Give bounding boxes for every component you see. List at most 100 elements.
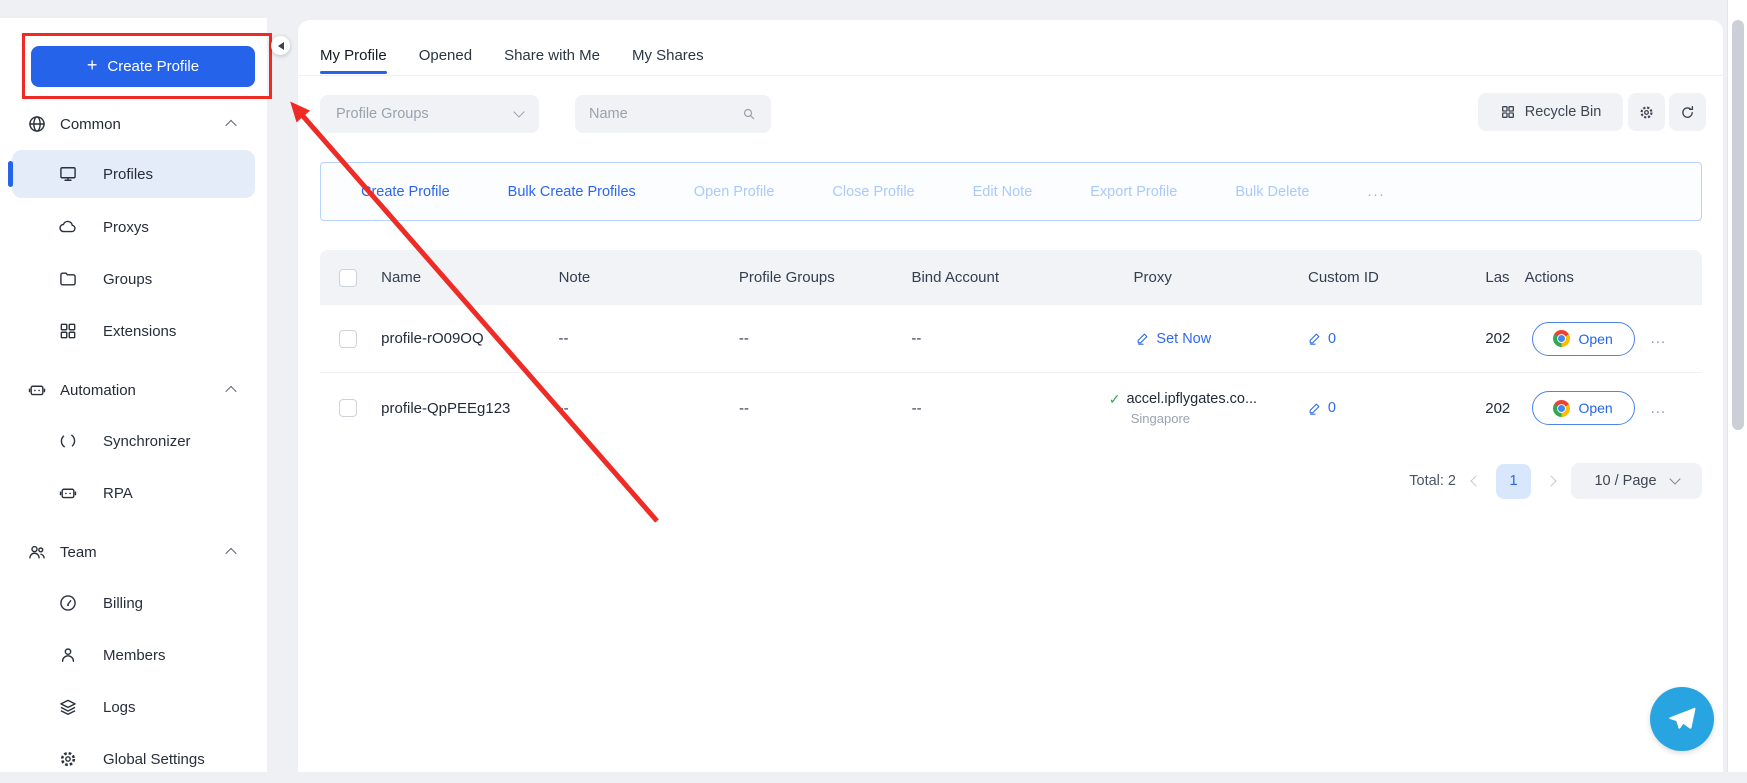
tab-my-shares[interactable]: My Shares (632, 35, 704, 75)
name-placeholder: Name (589, 106, 628, 122)
annotation-highlight-box (22, 33, 272, 99)
recycle-bin-label: Recycle Bin (1525, 104, 1602, 120)
open-profile-button[interactable]: Open (1532, 391, 1635, 425)
proxy-set-now-link[interactable]: Set Now (1136, 331, 1305, 347)
row-more-button[interactable]: ... (1651, 400, 1667, 417)
sidebar-item-extensions[interactable]: Extensions (0, 307, 267, 355)
custom-id-edit-link[interactable]: 0 (1308, 400, 1485, 416)
profile-groups-select[interactable]: Profile Groups (320, 95, 539, 133)
gear-icon (58, 749, 78, 769)
action-close-profile[interactable]: Close Profile (832, 184, 914, 200)
select-all-checkbox[interactable] (339, 269, 357, 287)
sidebar-item-proxys[interactable]: Proxys (0, 203, 267, 251)
custom-id-edit-link[interactable]: 0 (1308, 331, 1485, 347)
person-icon (58, 645, 78, 665)
action-open-profile[interactable]: Open Profile (694, 184, 775, 200)
scrollbar-thumb[interactable] (1732, 20, 1744, 430)
table-header-row: Name Note Profile Groups Bind Account Pr… (320, 250, 1702, 305)
action-bulk-delete[interactable]: Bulk Delete (1235, 184, 1309, 200)
tab-share-with-me[interactable]: Share with Me (504, 35, 600, 75)
settings-button[interactable] (1628, 93, 1665, 131)
row-more-button[interactable]: ... (1651, 330, 1667, 347)
main-panel: My Profile Opened Share with Me My Share… (298, 20, 1723, 772)
row-checkbox[interactable] (339, 399, 357, 417)
sync-icon (58, 431, 78, 451)
sidebar-group-automation[interactable]: Automation (0, 372, 267, 408)
action-export-profile[interactable]: Export Profile (1090, 184, 1177, 200)
sidebar-item-rpa[interactable]: RPA (0, 469, 267, 517)
tab-my-profile[interactable]: My Profile (320, 35, 387, 75)
sidebar-item-groups[interactable]: Groups (0, 255, 267, 303)
row-checkbox[interactable] (339, 330, 357, 348)
window-scrollbar-track (1727, 0, 1747, 772)
robot-icon (27, 380, 47, 400)
col-header-actions: Actions (1520, 269, 1702, 286)
proxy-region: Singapore (1131, 411, 1305, 426)
tab-bar: My Profile Opened Share with Me My Share… (320, 35, 704, 75)
sidebar-group-team[interactable]: Team (0, 534, 267, 570)
proxy-cell: ✓ accel.ipflygates.co... Singapore (1107, 391, 1305, 426)
pencil-icon (1136, 332, 1149, 345)
prev-page-button[interactable] (1470, 475, 1481, 486)
col-header-name: Name (363, 269, 554, 286)
sidebar-item-label: Billing (103, 595, 143, 612)
search-icon (741, 106, 757, 122)
chevron-down-icon (513, 106, 524, 117)
action-create-profile[interactable]: Create Profile (361, 184, 450, 200)
sidebar-item-billing[interactable]: Billing (0, 579, 267, 627)
name-search-input[interactable]: Name (575, 95, 771, 133)
col-header-bind-account: Bind Account (906, 269, 1106, 286)
table-row: profile-rO09OQ -- -- -- Set Now (320, 305, 1702, 372)
open-label: Open (1578, 331, 1612, 347)
table-row: profile-QpPEEg123 -- -- -- ✓ accel.ipfly… (320, 372, 1702, 443)
paper-plane-icon (1666, 703, 1698, 735)
globe-icon (27, 114, 47, 134)
refresh-button[interactable] (1669, 93, 1706, 131)
action-edit-note[interactable]: Edit Note (973, 184, 1033, 200)
sidebar-item-logs[interactable]: Logs (0, 683, 267, 731)
chrome-icon (1553, 330, 1570, 347)
next-page-button[interactable] (1545, 475, 1556, 486)
check-icon: ✓ (1109, 391, 1121, 408)
pencil-icon (1308, 402, 1321, 415)
sidebar-group-common[interactable]: Common (0, 106, 267, 142)
robot-icon (58, 483, 78, 503)
tab-opened[interactable]: Opened (419, 35, 472, 75)
divider (298, 75, 1723, 76)
gear-icon (1638, 104, 1655, 121)
note-cell: -- (555, 400, 739, 417)
pagination: Total: 2 1 10 / Page (1409, 462, 1702, 500)
sidebar-item-members[interactable]: Members (0, 631, 267, 679)
page-size-select[interactable]: 10 / Page (1571, 463, 1702, 499)
proxy-host: accel.ipflygates.co... (1126, 391, 1257, 407)
profile-name: profile-QpPEEg123 (363, 400, 555, 417)
profile-groups-cell: -- (739, 330, 907, 347)
last-opened-cell: 202 (1485, 330, 1519, 347)
app-window: + Create Profile Common Profiles Proxys (0, 0, 1747, 772)
refresh-icon (1679, 104, 1696, 121)
sidebar: + Create Profile Common Profiles Proxys (0, 18, 267, 772)
profile-name: profile-rO09OQ (363, 330, 554, 347)
note-cell: -- (555, 330, 739, 347)
action-bulk-create-profiles[interactable]: Bulk Create Profiles (508, 184, 636, 200)
proxy-set-now-label: Set Now (1156, 331, 1211, 347)
active-indicator (8, 161, 13, 187)
page-number-button[interactable]: 1 (1496, 464, 1531, 499)
telegram-button[interactable] (1650, 687, 1714, 751)
sidebar-collapse-button[interactable] (271, 36, 290, 55)
action-more[interactable]: ... (1367, 184, 1385, 200)
col-header-custom-id: Custom ID (1305, 269, 1485, 286)
custom-id-value: 0 (1328, 331, 1336, 347)
sidebar-item-label: Synchronizer (103, 433, 191, 450)
open-profile-button[interactable]: Open (1532, 322, 1635, 356)
sidebar-item-label: Groups (103, 271, 152, 288)
sidebar-item-global-settings[interactable]: Global Settings (0, 735, 267, 783)
sidebar-group-label: Common (60, 116, 121, 133)
collapse-arrow-icon (278, 42, 284, 50)
sidebar-item-profiles[interactable]: Profiles (12, 150, 255, 198)
bulk-action-bar: Create Profile Bulk Create Profiles Open… (320, 162, 1702, 221)
recycle-bin-button[interactable]: Recycle Bin (1478, 93, 1623, 131)
sidebar-item-synchronizer[interactable]: Synchronizer (0, 417, 267, 465)
sidebar-item-label: RPA (103, 485, 133, 502)
profile-groups-cell: -- (739, 400, 907, 417)
